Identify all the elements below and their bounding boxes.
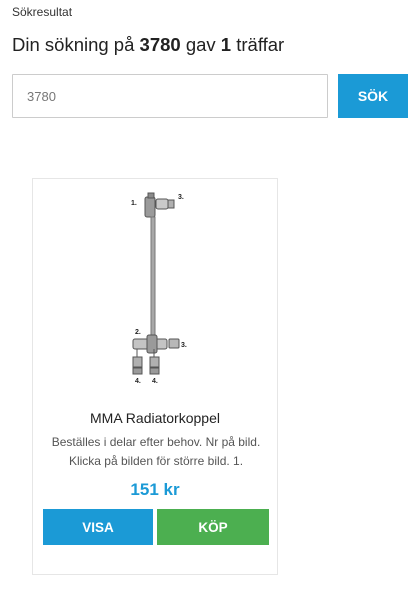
view-button[interactable]: VISA: [43, 509, 153, 545]
image-label: 1.: [131, 200, 137, 207]
title-middle: gav: [185, 34, 216, 55]
search-button[interactable]: SÖK: [338, 74, 408, 118]
product-description: Beställes i delar efter behov. Nr på bil…: [51, 435, 261, 468]
product-price: 151 kr: [130, 480, 180, 499]
search-input[interactable]: [12, 74, 328, 118]
page: Sökresultat Din sökning på 3780 gav 1 tr…: [0, 0, 408, 592]
page-title: Din sökning på 3780 gav 1 träffar: [12, 34, 284, 56]
title-count: 1: [220, 34, 232, 55]
breadcrumb: Sökresultat: [12, 5, 73, 19]
image-label: 4.: [152, 378, 158, 385]
product-card: 1. 3. 2. 3. 4. 4. MMA Radiatorkoppel Bes…: [32, 178, 278, 575]
title-suffix: träffar: [236, 34, 285, 55]
buy-button[interactable]: KÖP: [157, 509, 269, 545]
image-label: 3.: [181, 342, 187, 349]
title-prefix: Din sökning på: [12, 34, 135, 55]
image-label: 3.: [178, 194, 184, 201]
product-name: MMA Radiatorkoppel: [90, 410, 220, 426]
image-label: 2.: [135, 329, 141, 336]
image-label: 4.: [135, 378, 141, 385]
title-query: 3780: [139, 34, 181, 55]
product-image[interactable]: 1. 3. 2. 3. 4. 4.: [123, 191, 193, 391]
